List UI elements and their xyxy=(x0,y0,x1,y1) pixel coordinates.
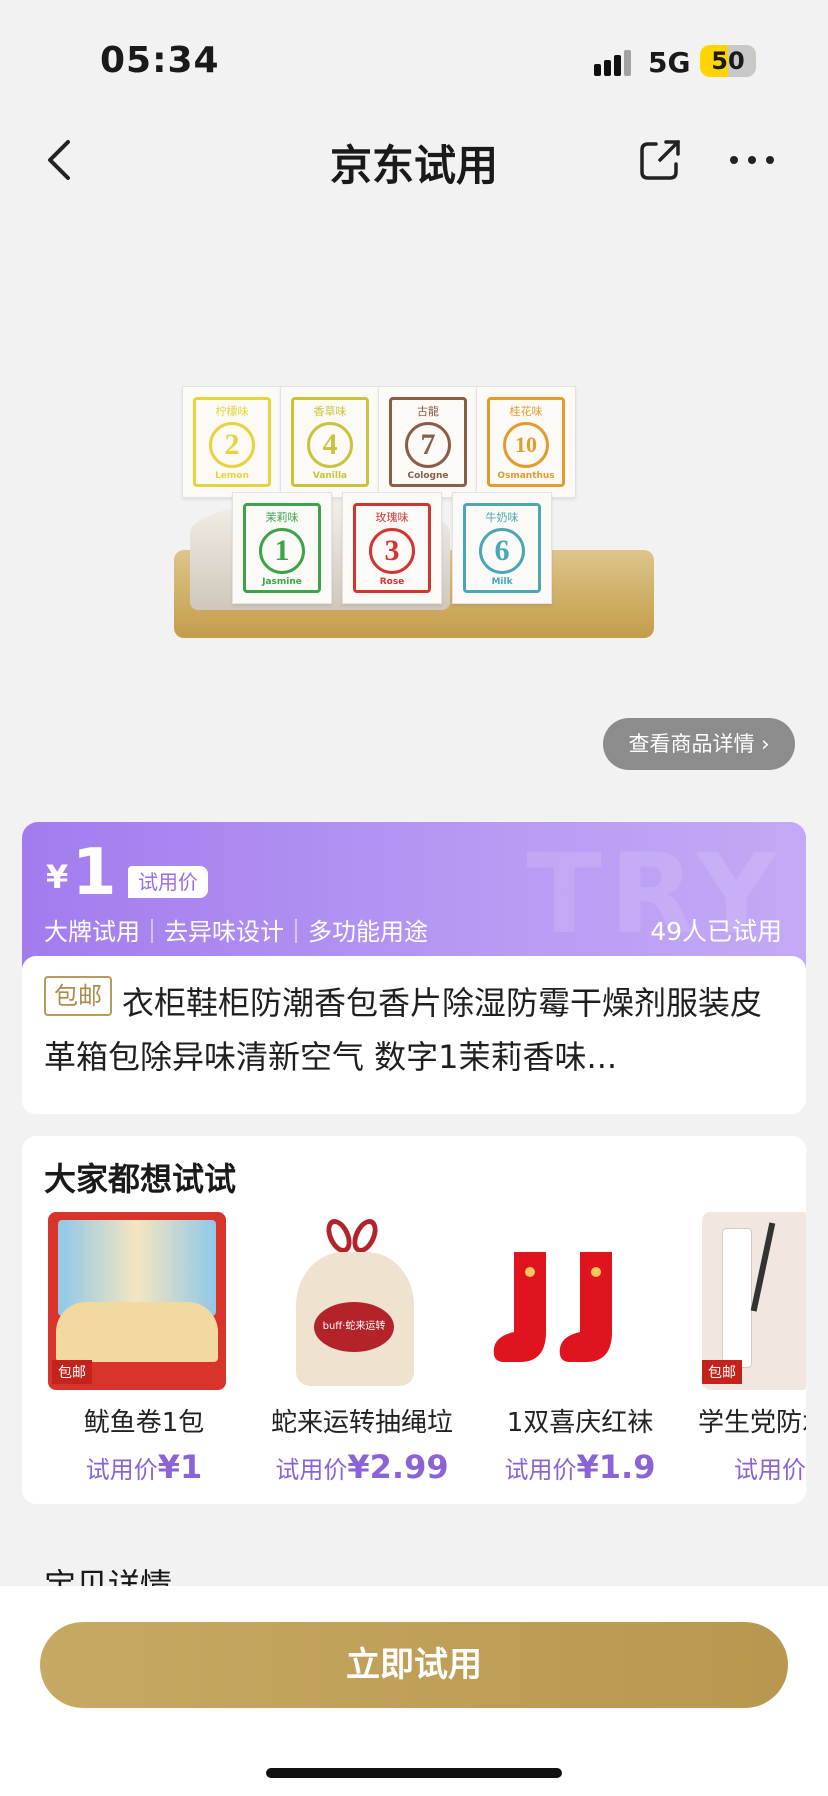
battery-icon: 50 xyxy=(700,45,756,77)
price-value: 1 xyxy=(72,836,117,910)
sachet-jasmine: 茉莉味 1 Jasmine xyxy=(232,492,332,604)
sachet-vanilla: 香草味 4 Vanilla xyxy=(280,386,380,498)
sachet-number: 1 xyxy=(259,528,305,574)
page-title: 京东试用 xyxy=(329,141,498,190)
recommendations-list: 包邮 鱿鱼卷1包 试用价¥1 buff·蛇来运转 蛇来运转抽绳垃 试用价¥2.9… xyxy=(44,1212,806,1502)
sachet-number: 7 xyxy=(405,422,451,468)
sachet-english: Lemon xyxy=(215,471,249,481)
sachet-rose: 玫瑰味 3 Rose xyxy=(342,492,442,604)
sachet-english: Cologne xyxy=(407,471,449,481)
sachet-english: Osmanthus xyxy=(497,471,555,481)
status-bar: 05:34 5G 50 xyxy=(0,0,828,120)
feature-tags: 大牌试用｜去异味设计｜多功能用途 xyxy=(44,918,428,946)
view-details-button[interactable]: 查看商品详情 › xyxy=(603,718,795,770)
sachet-english: Vanilla xyxy=(312,471,348,481)
item-name: 蛇来运转抽绳垃 xyxy=(270,1408,453,1438)
product-title-text: 衣柜鞋柜防潮香包香片除湿防霉干燥剂服装皮革箱包除异味清新空气 数字1茉莉香味..… xyxy=(44,984,763,1076)
sachet-number: 3 xyxy=(369,528,415,574)
product-title: 包邮 衣柜鞋柜防潮香包香片除湿防霉干燥剂服装皮革箱包除异味清新空气 数字1茉莉香味… xyxy=(44,976,784,1084)
free-shipping-badge: 包邮 xyxy=(44,976,112,1016)
sachet-flavor: 香草味 xyxy=(313,405,347,418)
sachet-milk: 牛奶味 6 Milk xyxy=(452,492,552,604)
more-icon[interactable] xyxy=(728,146,776,174)
squid-roll-image: 包邮 xyxy=(48,1212,226,1390)
bag-print: buff·蛇来运转 xyxy=(314,1302,394,1352)
sachet-flavor: 玫瑰味 xyxy=(375,511,409,524)
bottom-bar: 立即试用 xyxy=(0,1586,828,1796)
sachet-cologne: 古龍 7 Cologne xyxy=(378,386,478,498)
sachet-osmanthus: 桂花味 10 Osmanthus xyxy=(476,386,576,498)
mascara-image: 包邮 xyxy=(702,1212,806,1390)
item-price: 试用价¥1 xyxy=(85,1448,203,1486)
sachet-flavor: 茉莉味 xyxy=(265,511,299,524)
list-item[interactable]: buff·蛇来运转 蛇来运转抽绳垃 试用价¥2.99 xyxy=(262,1212,462,1502)
battery-level: 50 xyxy=(711,47,745,75)
home-indicator xyxy=(266,1768,562,1778)
sachet-english: Rose xyxy=(379,577,405,587)
item-name: 1双喜庆红袜 xyxy=(506,1408,654,1438)
tried-count: 49人已试用 xyxy=(650,917,782,946)
share-icon[interactable] xyxy=(636,136,684,184)
sachet-lemon: 柠檬味 2 Lemon xyxy=(182,386,282,498)
list-item[interactable]: 包邮 学生党防水 试用价 xyxy=(698,1212,806,1502)
list-item[interactable]: 包邮 鱿鱼卷1包 试用价¥1 xyxy=(44,1212,244,1502)
item-price: 试用价 xyxy=(734,1456,806,1484)
free-shipping-tag: 包邮 xyxy=(52,1360,92,1384)
recommendations-card: 大家都想试试 包邮 鱿鱼卷1包 试用价¥1 buff·蛇来运转 蛇来运转抽绳垃 … xyxy=(22,1136,806,1504)
item-name: 学生党防水 xyxy=(698,1408,806,1438)
recommendations-title: 大家都想试试 xyxy=(44,1160,237,1198)
sachet-flavor: 古龍 xyxy=(417,405,439,418)
item-price: 试用价¥1.9 xyxy=(504,1448,656,1486)
price-currency: ¥ xyxy=(46,858,69,896)
trash-bag-image: buff·蛇来运转 xyxy=(266,1212,444,1390)
sachet-flavor: 牛奶味 xyxy=(485,511,519,524)
item-price: 试用价¥2.99 xyxy=(275,1448,449,1486)
sachet-english: Milk xyxy=(491,577,513,587)
sachet-flavor: 桂花味 xyxy=(509,405,543,418)
free-shipping-tag: 包邮 xyxy=(702,1360,742,1384)
list-item[interactable]: 1双喜庆红袜 试用价¥1.9 xyxy=(480,1212,680,1502)
red-socks-image xyxy=(484,1212,662,1390)
try-now-button[interactable]: 立即试用 xyxy=(40,1622,788,1708)
nav-bar: 京东试用 xyxy=(0,120,828,200)
signal-icon xyxy=(594,50,634,76)
sachet-english: Jasmine xyxy=(262,577,302,587)
sachet-number: 10 xyxy=(503,422,549,468)
status-time: 05:34 xyxy=(100,40,220,81)
sachet-number: 4 xyxy=(307,422,353,468)
product-image[interactable]: 柠檬味 2 Lemon 香草味 4 Vanilla 古龍 7 Cologne 桂花味 10 Osman… xyxy=(170,380,660,650)
sachet-number: 6 xyxy=(479,528,525,574)
sachet-flavor: 柠檬味 xyxy=(215,405,249,418)
network-label: 5G xyxy=(648,46,691,79)
sachet-number: 2 xyxy=(209,422,255,468)
product-title-card: 包邮 衣柜鞋柜防潮香包香片除湿防霉干燥剂服装皮革箱包除异味清新空气 数字1茉莉香味… xyxy=(22,956,806,1114)
price-tag: 试用价 xyxy=(128,866,208,898)
item-name: 鱿鱼卷1包 xyxy=(83,1408,205,1438)
